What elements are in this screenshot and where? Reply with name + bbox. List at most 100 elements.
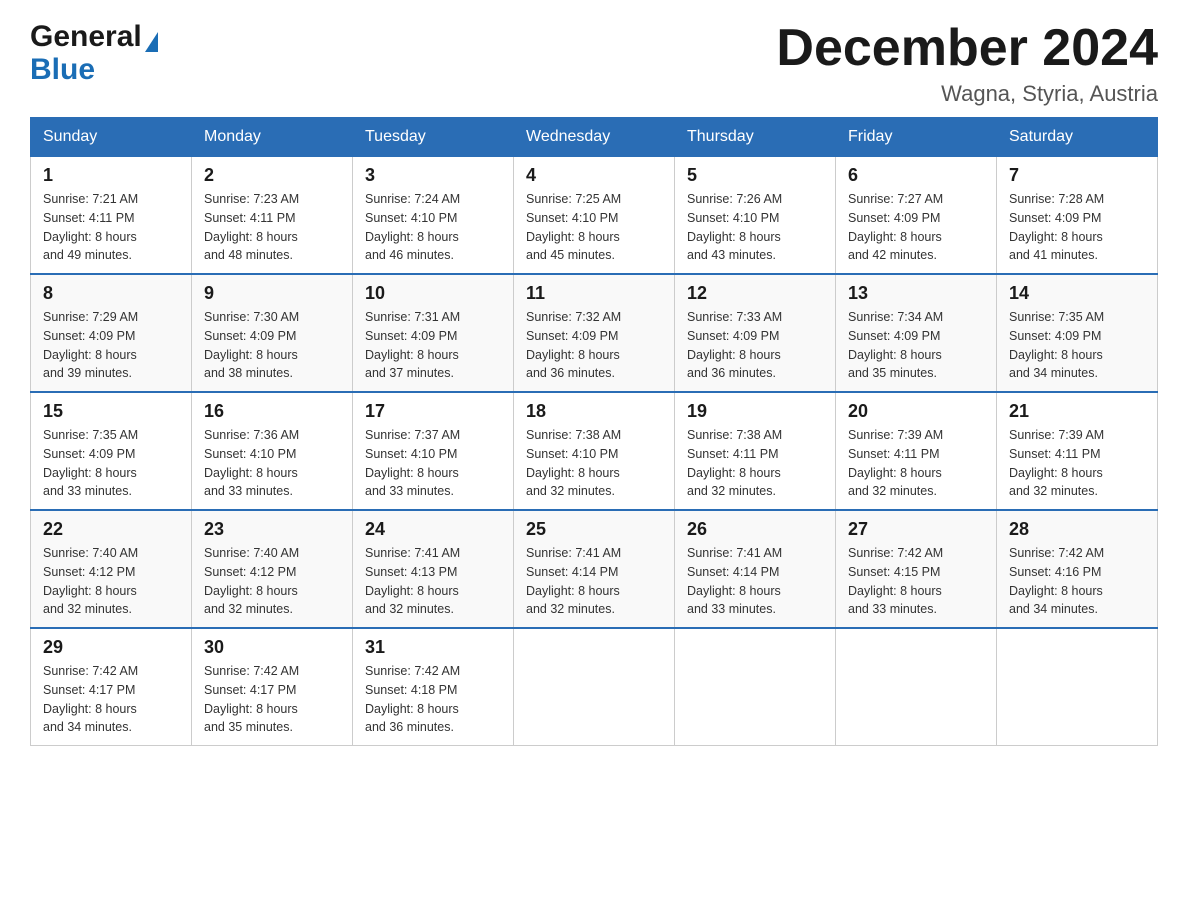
col-saturday: Saturday [997,118,1158,157]
day-number: 13 [848,283,984,304]
day-info: Sunrise: 7:36 AMSunset: 4:10 PMDaylight:… [204,428,299,498]
day-number: 9 [204,283,340,304]
calendar-cell [514,628,675,746]
day-info: Sunrise: 7:37 AMSunset: 4:10 PMDaylight:… [365,428,460,498]
day-info: Sunrise: 7:33 AMSunset: 4:09 PMDaylight:… [687,310,782,380]
day-number: 26 [687,519,823,540]
col-friday: Friday [836,118,997,157]
day-number: 14 [1009,283,1145,304]
col-wednesday: Wednesday [514,118,675,157]
calendar-cell: 16 Sunrise: 7:36 AMSunset: 4:10 PMDaylig… [192,392,353,510]
day-number: 16 [204,401,340,422]
calendar-cell [997,628,1158,746]
day-info: Sunrise: 7:30 AMSunset: 4:09 PMDaylight:… [204,310,299,380]
day-info: Sunrise: 7:28 AMSunset: 4:09 PMDaylight:… [1009,192,1104,262]
day-number: 7 [1009,165,1145,186]
calendar-cell: 9 Sunrise: 7:30 AMSunset: 4:09 PMDayligh… [192,274,353,392]
calendar-cell: 11 Sunrise: 7:32 AMSunset: 4:09 PMDaylig… [514,274,675,392]
day-number: 17 [365,401,501,422]
calendar-cell: 20 Sunrise: 7:39 AMSunset: 4:11 PMDaylig… [836,392,997,510]
day-number: 3 [365,165,501,186]
calendar-week-5: 29 Sunrise: 7:42 AMSunset: 4:17 PMDaylig… [31,628,1158,746]
day-info: Sunrise: 7:21 AMSunset: 4:11 PMDaylight:… [43,192,138,262]
day-number: 2 [204,165,340,186]
calendar-cell: 26 Sunrise: 7:41 AMSunset: 4:14 PMDaylig… [675,510,836,628]
calendar-week-4: 22 Sunrise: 7:40 AMSunset: 4:12 PMDaylig… [31,510,1158,628]
calendar-cell: 6 Sunrise: 7:27 AMSunset: 4:09 PMDayligh… [836,157,997,275]
calendar-cell: 27 Sunrise: 7:42 AMSunset: 4:15 PMDaylig… [836,510,997,628]
calendar-cell: 19 Sunrise: 7:38 AMSunset: 4:11 PMDaylig… [675,392,836,510]
day-info: Sunrise: 7:38 AMSunset: 4:10 PMDaylight:… [526,428,621,498]
calendar-cell: 22 Sunrise: 7:40 AMSunset: 4:12 PMDaylig… [31,510,192,628]
day-info: Sunrise: 7:25 AMSunset: 4:10 PMDaylight:… [526,192,621,262]
day-number: 5 [687,165,823,186]
col-tuesday: Tuesday [353,118,514,157]
day-info: Sunrise: 7:42 AMSunset: 4:17 PMDaylight:… [43,664,138,734]
day-number: 28 [1009,519,1145,540]
day-info: Sunrise: 7:40 AMSunset: 4:12 PMDaylight:… [43,546,138,616]
day-info: Sunrise: 7:41 AMSunset: 4:14 PMDaylight:… [687,546,782,616]
day-info: Sunrise: 7:39 AMSunset: 4:11 PMDaylight:… [1009,428,1104,498]
day-info: Sunrise: 7:23 AMSunset: 4:11 PMDaylight:… [204,192,299,262]
page-subtitle: Wagna, Styria, Austria [776,81,1158,107]
day-number: 27 [848,519,984,540]
day-number: 11 [526,283,662,304]
logo: General Blue [30,20,158,86]
day-number: 10 [365,283,501,304]
page-header: General Blue December 2024 Wagna, Styria… [30,20,1158,107]
calendar-cell: 14 Sunrise: 7:35 AMSunset: 4:09 PMDaylig… [997,274,1158,392]
day-info: Sunrise: 7:42 AMSunset: 4:15 PMDaylight:… [848,546,943,616]
calendar-cell: 4 Sunrise: 7:25 AMSunset: 4:10 PMDayligh… [514,157,675,275]
day-info: Sunrise: 7:26 AMSunset: 4:10 PMDaylight:… [687,192,782,262]
logo-line1: General [30,20,158,53]
calendar-cell: 28 Sunrise: 7:42 AMSunset: 4:16 PMDaylig… [997,510,1158,628]
calendar-cell: 24 Sunrise: 7:41 AMSunset: 4:13 PMDaylig… [353,510,514,628]
calendar-cell: 1 Sunrise: 7:21 AMSunset: 4:11 PMDayligh… [31,157,192,275]
logo-blue-text: Blue [30,53,95,86]
calendar-cell: 17 Sunrise: 7:37 AMSunset: 4:10 PMDaylig… [353,392,514,510]
day-number: 23 [204,519,340,540]
calendar-week-3: 15 Sunrise: 7:35 AMSunset: 4:09 PMDaylig… [31,392,1158,510]
calendar-cell [675,628,836,746]
day-info: Sunrise: 7:42 AMSunset: 4:18 PMDaylight:… [365,664,460,734]
day-info: Sunrise: 7:39 AMSunset: 4:11 PMDaylight:… [848,428,943,498]
day-info: Sunrise: 7:38 AMSunset: 4:11 PMDaylight:… [687,428,782,498]
calendar-cell: 29 Sunrise: 7:42 AMSunset: 4:17 PMDaylig… [31,628,192,746]
day-number: 22 [43,519,179,540]
day-info: Sunrise: 7:42 AMSunset: 4:17 PMDaylight:… [204,664,299,734]
col-sunday: Sunday [31,118,192,157]
day-number: 12 [687,283,823,304]
calendar-cell: 8 Sunrise: 7:29 AMSunset: 4:09 PMDayligh… [31,274,192,392]
logo-arrow-icon [145,32,158,52]
day-number: 18 [526,401,662,422]
day-number: 4 [526,165,662,186]
calendar-cell: 21 Sunrise: 7:39 AMSunset: 4:11 PMDaylig… [997,392,1158,510]
calendar-cell: 30 Sunrise: 7:42 AMSunset: 4:17 PMDaylig… [192,628,353,746]
calendar-cell: 12 Sunrise: 7:33 AMSunset: 4:09 PMDaylig… [675,274,836,392]
calendar-cell: 25 Sunrise: 7:41 AMSunset: 4:14 PMDaylig… [514,510,675,628]
calendar-cell: 10 Sunrise: 7:31 AMSunset: 4:09 PMDaylig… [353,274,514,392]
calendar-week-2: 8 Sunrise: 7:29 AMSunset: 4:09 PMDayligh… [31,274,1158,392]
day-info: Sunrise: 7:41 AMSunset: 4:14 PMDaylight:… [526,546,621,616]
day-info: Sunrise: 7:32 AMSunset: 4:09 PMDaylight:… [526,310,621,380]
col-monday: Monday [192,118,353,157]
day-number: 20 [848,401,984,422]
calendar-cell: 5 Sunrise: 7:26 AMSunset: 4:10 PMDayligh… [675,157,836,275]
calendar-cell: 7 Sunrise: 7:28 AMSunset: 4:09 PMDayligh… [997,157,1158,275]
day-info: Sunrise: 7:27 AMSunset: 4:09 PMDaylight:… [848,192,943,262]
day-number: 21 [1009,401,1145,422]
day-number: 1 [43,165,179,186]
day-info: Sunrise: 7:24 AMSunset: 4:10 PMDaylight:… [365,192,460,262]
calendar-cell: 31 Sunrise: 7:42 AMSunset: 4:18 PMDaylig… [353,628,514,746]
day-number: 24 [365,519,501,540]
day-number: 6 [848,165,984,186]
calendar-cell: 18 Sunrise: 7:38 AMSunset: 4:10 PMDaylig… [514,392,675,510]
day-info: Sunrise: 7:31 AMSunset: 4:09 PMDaylight:… [365,310,460,380]
calendar-cell: 13 Sunrise: 7:34 AMSunset: 4:09 PMDaylig… [836,274,997,392]
day-info: Sunrise: 7:41 AMSunset: 4:13 PMDaylight:… [365,546,460,616]
day-number: 8 [43,283,179,304]
calendar-cell: 3 Sunrise: 7:24 AMSunset: 4:10 PMDayligh… [353,157,514,275]
calendar-cell [836,628,997,746]
day-number: 15 [43,401,179,422]
logo-general-text: General [30,20,142,53]
